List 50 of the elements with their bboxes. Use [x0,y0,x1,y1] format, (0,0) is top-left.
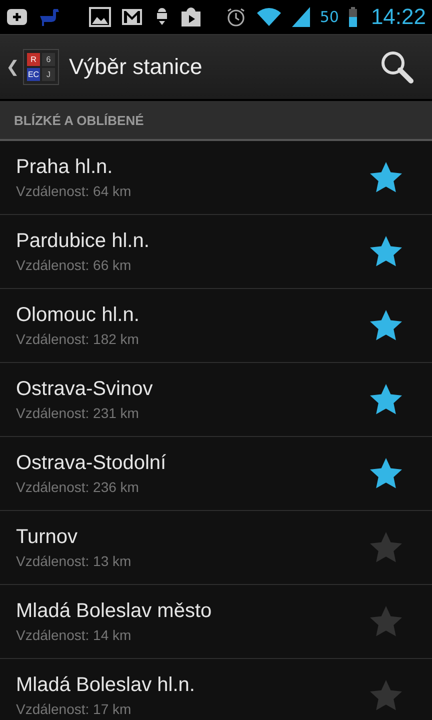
clock: 14:22 [370,4,426,30]
station-distance: Vzdálenost: 236 km [16,479,140,495]
star-icon[interactable] [370,532,402,563]
station-name: Mladá Boleslav hl.n. [16,674,196,697]
alarm-icon [226,7,246,27]
station-distance: Vzdálenost: 14 km [16,627,132,643]
wifi-icon [256,7,282,27]
star-icon[interactable] [370,680,402,711]
station-row[interactable]: Turnov Vzdálenost: 13 km [0,511,432,585]
station-row[interactable]: Ostrava-Svinov Vzdálenost: 231 km [0,363,432,437]
station-distance: Vzdálenost: 231 km [16,405,140,421]
station-distance: Vzdálenost: 182 km [16,331,140,347]
station-row[interactable]: Mladá Boleslav hl.n. Vzdálenost: 17 km [0,659,432,720]
star-icon[interactable] [370,310,402,341]
add-icon [6,8,28,26]
star-icon[interactable] [370,458,402,489]
logo-letter: 6 [42,53,55,66]
star-icon[interactable] [370,162,402,193]
station-distance: Vzdálenost: 64 km [16,183,132,199]
station-name: Turnov [16,526,79,549]
station-row[interactable]: Pardubice hl.n. Vzdálenost: 66 km [0,215,432,289]
station-distance: Vzdálenost: 17 km [16,701,132,717]
logo-letter: EC [27,68,40,81]
station-row[interactable]: Ostrava-Stodolní Vzdálenost: 236 km [0,437,432,511]
logo-letter: J [42,68,55,81]
station-name: Pardubice hl.n. [16,230,150,253]
station-name: Olomouc hl.n. [16,304,140,327]
star-icon[interactable] [370,384,402,415]
image-icon [89,7,112,27]
screen-title: Výběr stanice [69,54,204,80]
section-title: BLÍZKÉ A OBLÍBENÉ [14,112,144,128]
play-store-icon [181,7,202,27]
back-button[interactable]: ❮ [4,57,21,77]
station-name: Ostrava-Stodolní [16,452,168,475]
star-icon[interactable] [370,236,402,267]
mail-icon [121,8,144,26]
station-name: Ostrava-Svinov [16,378,154,401]
logo-letter: R [27,53,40,66]
station-distance: Vzdálenost: 13 km [16,553,132,569]
signal-icon [292,7,310,27]
station-distance: Vzdálenost: 66 km [16,257,132,273]
station-name: Mladá Boleslav město [16,600,213,623]
search-button[interactable] [380,50,414,84]
star-icon[interactable] [370,606,402,637]
station-row[interactable]: Mladá Boleslav město Vzdálenost: 14 km [0,585,432,659]
station-name: Praha hl.n. [16,156,114,179]
battery-percent: 50 [320,8,339,26]
battery-icon [348,7,357,27]
station-row[interactable]: Olomouc hl.n. Vzdálenost: 182 km [0,289,432,363]
station-row[interactable]: Praha hl.n. Vzdálenost: 64 km [0,141,432,215]
